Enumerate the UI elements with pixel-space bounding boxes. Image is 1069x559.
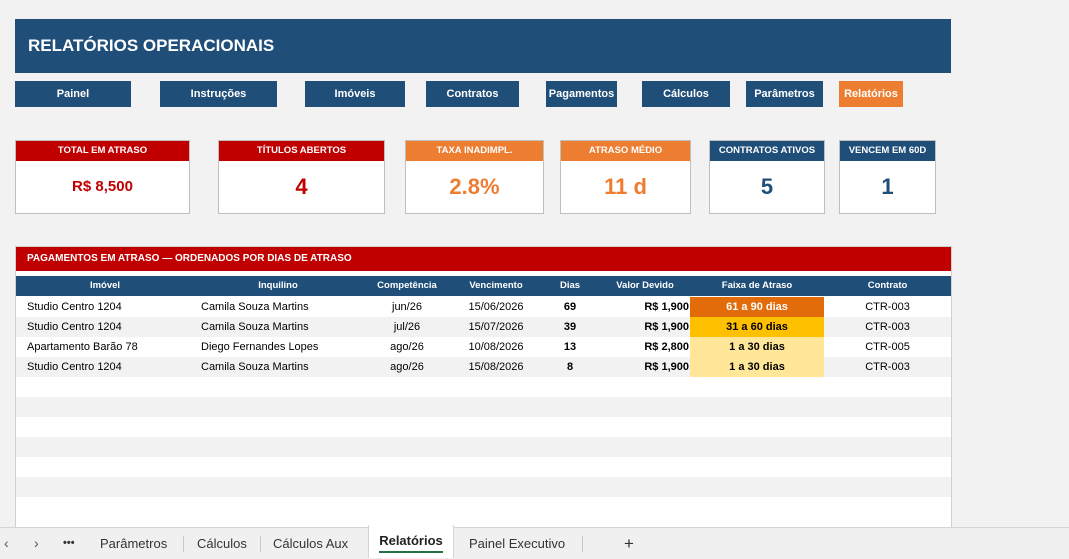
nav-button-contratos[interactable]: Contratos	[426, 81, 519, 107]
empty-row	[16, 417, 951, 437]
kpi-taxa-inadimplencia: TAXA INADIMPL. 2.8%	[405, 140, 544, 214]
kpi-total-em-atraso: TOTAL EM ATRASO R$ 8,500	[15, 140, 190, 214]
kpi-value: 2.8%	[449, 174, 500, 199]
sheet-tab-parametros[interactable]: Parâmetros	[100, 528, 167, 559]
cell-competencia: jul/26	[393, 321, 421, 333]
column-header-vencimento[interactable]: Vencimento	[452, 276, 540, 296]
cell-competencia: ago/26	[390, 361, 424, 373]
column-header-faixa-atraso[interactable]: Faixa de Atraso	[690, 276, 824, 296]
empty-row	[16, 477, 951, 497]
nav-button-parametros[interactable]: Parâmetros	[746, 81, 823, 107]
column-header-inquilino[interactable]: Inquilino	[194, 276, 362, 296]
kpi-label: VENCEM EM 60D	[840, 141, 935, 161]
sheet-tab-calculos-aux[interactable]: Cálculos Aux	[273, 528, 348, 559]
chevron-left-icon[interactable]: ‹	[4, 528, 9, 559]
tab-separator	[183, 536, 184, 552]
add-sheet-icon[interactable]: +	[624, 528, 634, 559]
cell-imovel: Apartamento Barão 78	[27, 341, 138, 353]
active-tab-indicator	[379, 551, 443, 553]
sheet-tab-calculos[interactable]: Cálculos	[197, 528, 247, 559]
more-sheets-icon[interactable]: •••	[63, 528, 75, 559]
empty-row	[16, 397, 951, 417]
cell-vencimento: 15/07/2026	[468, 321, 524, 333]
empty-row	[16, 457, 951, 477]
kpi-atraso-medio: ATRASO MÉDIO 11 d	[560, 140, 691, 214]
nav-button-painel[interactable]: Painel	[15, 81, 131, 107]
nav-button-instrucoes[interactable]: Instruções	[160, 81, 277, 107]
cell-competencia: ago/26	[390, 341, 424, 353]
page-title: RELATÓRIOS OPERACIONAIS	[15, 19, 951, 73]
cell-valor: R$ 1,900	[644, 361, 689, 373]
table-row[interactable]: Studio Centro 1204 Camila Souza Martins …	[16, 357, 951, 377]
empty-row	[16, 377, 951, 397]
cell-imovel: Studio Centro 1204	[27, 321, 122, 333]
cell-dias: 8	[566, 361, 574, 373]
cell-dias: 69	[563, 301, 577, 313]
kpi-label: TOTAL EM ATRASO	[16, 141, 189, 161]
cell-inquilino: Camila Souza Martins	[201, 321, 309, 333]
kpi-label: CONTRATOS ATIVOS	[710, 141, 824, 161]
cell-faixa-atraso: 1 a 30 dias	[690, 337, 824, 357]
empty-row	[16, 497, 951, 517]
kpi-value: 4	[295, 174, 308, 199]
kpi-label: TÍTULOS ABERTOS	[219, 141, 384, 161]
tab-separator	[582, 536, 583, 552]
sheet-tab-bar: ‹ › ••• Parâmetros Cálculos Cálculos Aux…	[0, 525, 1069, 559]
cell-contrato: CTR-003	[865, 301, 910, 313]
nav-button-imoveis[interactable]: Imóveis	[305, 81, 405, 107]
cell-valor: R$ 1,900	[644, 321, 689, 333]
table-row[interactable]: Studio Centro 1204 Camila Souza Martins …	[16, 297, 951, 317]
kpi-titulos-abertos: TÍTULOS ABERTOS 4	[218, 140, 385, 214]
kpi-value: 1	[881, 174, 894, 199]
kpi-value: 11 d	[604, 174, 647, 199]
tab-separator	[260, 536, 261, 552]
sheet-tab-label: Relatórios	[379, 533, 443, 548]
cell-competencia: jun/26	[392, 301, 422, 313]
cell-imovel: Studio Centro 1204	[27, 361, 122, 373]
cell-vencimento: 15/06/2026	[468, 301, 524, 313]
cell-faixa-atraso: 31 a 60 dias	[690, 317, 824, 337]
nav-button-relatorios[interactable]: Relatórios	[839, 81, 903, 107]
nav-button-calculos[interactable]: Cálculos	[642, 81, 730, 107]
kpi-value: 5	[760, 174, 774, 199]
table-header: Imóvel Inquilino Competência Vencimento …	[16, 276, 951, 296]
cell-inquilino: Camila Souza Martins	[201, 361, 309, 373]
chevron-right-icon[interactable]: ›	[34, 528, 39, 559]
column-header-dias[interactable]: Dias	[540, 276, 600, 296]
cell-contrato: CTR-003	[865, 321, 910, 333]
cell-vencimento: 15/08/2026	[468, 361, 524, 373]
kpi-contratos-ativos: CONTRATOS ATIVOS 5	[709, 140, 825, 214]
cell-vencimento: 10/08/2026	[468, 341, 524, 353]
table-row[interactable]: Apartamento Barão 78 Diego Fernandes Lop…	[16, 337, 951, 357]
nav-button-pagamentos[interactable]: Pagamentos	[546, 81, 617, 107]
column-header-contrato[interactable]: Contrato	[824, 276, 951, 296]
cell-inquilino: Diego Fernandes Lopes	[201, 341, 319, 353]
cell-contrato: CTR-003	[865, 361, 910, 373]
kpi-label: ATRASO MÉDIO	[561, 141, 690, 161]
cell-inquilino: Camila Souza Martins	[201, 301, 309, 313]
kpi-label: TAXA INADIMPL.	[406, 141, 543, 161]
sheet-tab-relatorios[interactable]: Relatórios	[368, 525, 454, 558]
cell-dias: 13	[563, 341, 577, 353]
cell-faixa-atraso: 61 a 90 dias	[690, 297, 824, 317]
kpi-vencem-60d: VENCEM EM 60D 1	[839, 140, 936, 214]
column-header-valor-devido[interactable]: Valor Devido	[600, 276, 690, 296]
cell-dias: 39	[563, 321, 577, 333]
cell-valor: R$ 1,900	[644, 301, 689, 313]
cell-faixa-atraso: 1 a 30 dias	[690, 357, 824, 377]
cell-contrato: CTR-005	[865, 341, 910, 353]
overdue-payments-panel: PAGAMENTOS EM ATRASO — ORDENADOS POR DIA…	[15, 246, 952, 530]
cell-valor: R$ 2,800	[644, 341, 689, 353]
sheet-tab-painel-executivo[interactable]: Painel Executivo	[469, 528, 565, 559]
kpi-value: R$ 8,500	[72, 178, 133, 195]
table-title: PAGAMENTOS EM ATRASO — ORDENADOS POR DIA…	[16, 247, 951, 271]
column-header-competencia[interactable]: Competência	[362, 276, 452, 296]
empty-row	[16, 437, 951, 457]
table-row[interactable]: Studio Centro 1204 Camila Souza Martins …	[16, 317, 951, 337]
cell-imovel: Studio Centro 1204	[27, 301, 122, 313]
column-header-imovel[interactable]: Imóvel	[16, 276, 194, 296]
